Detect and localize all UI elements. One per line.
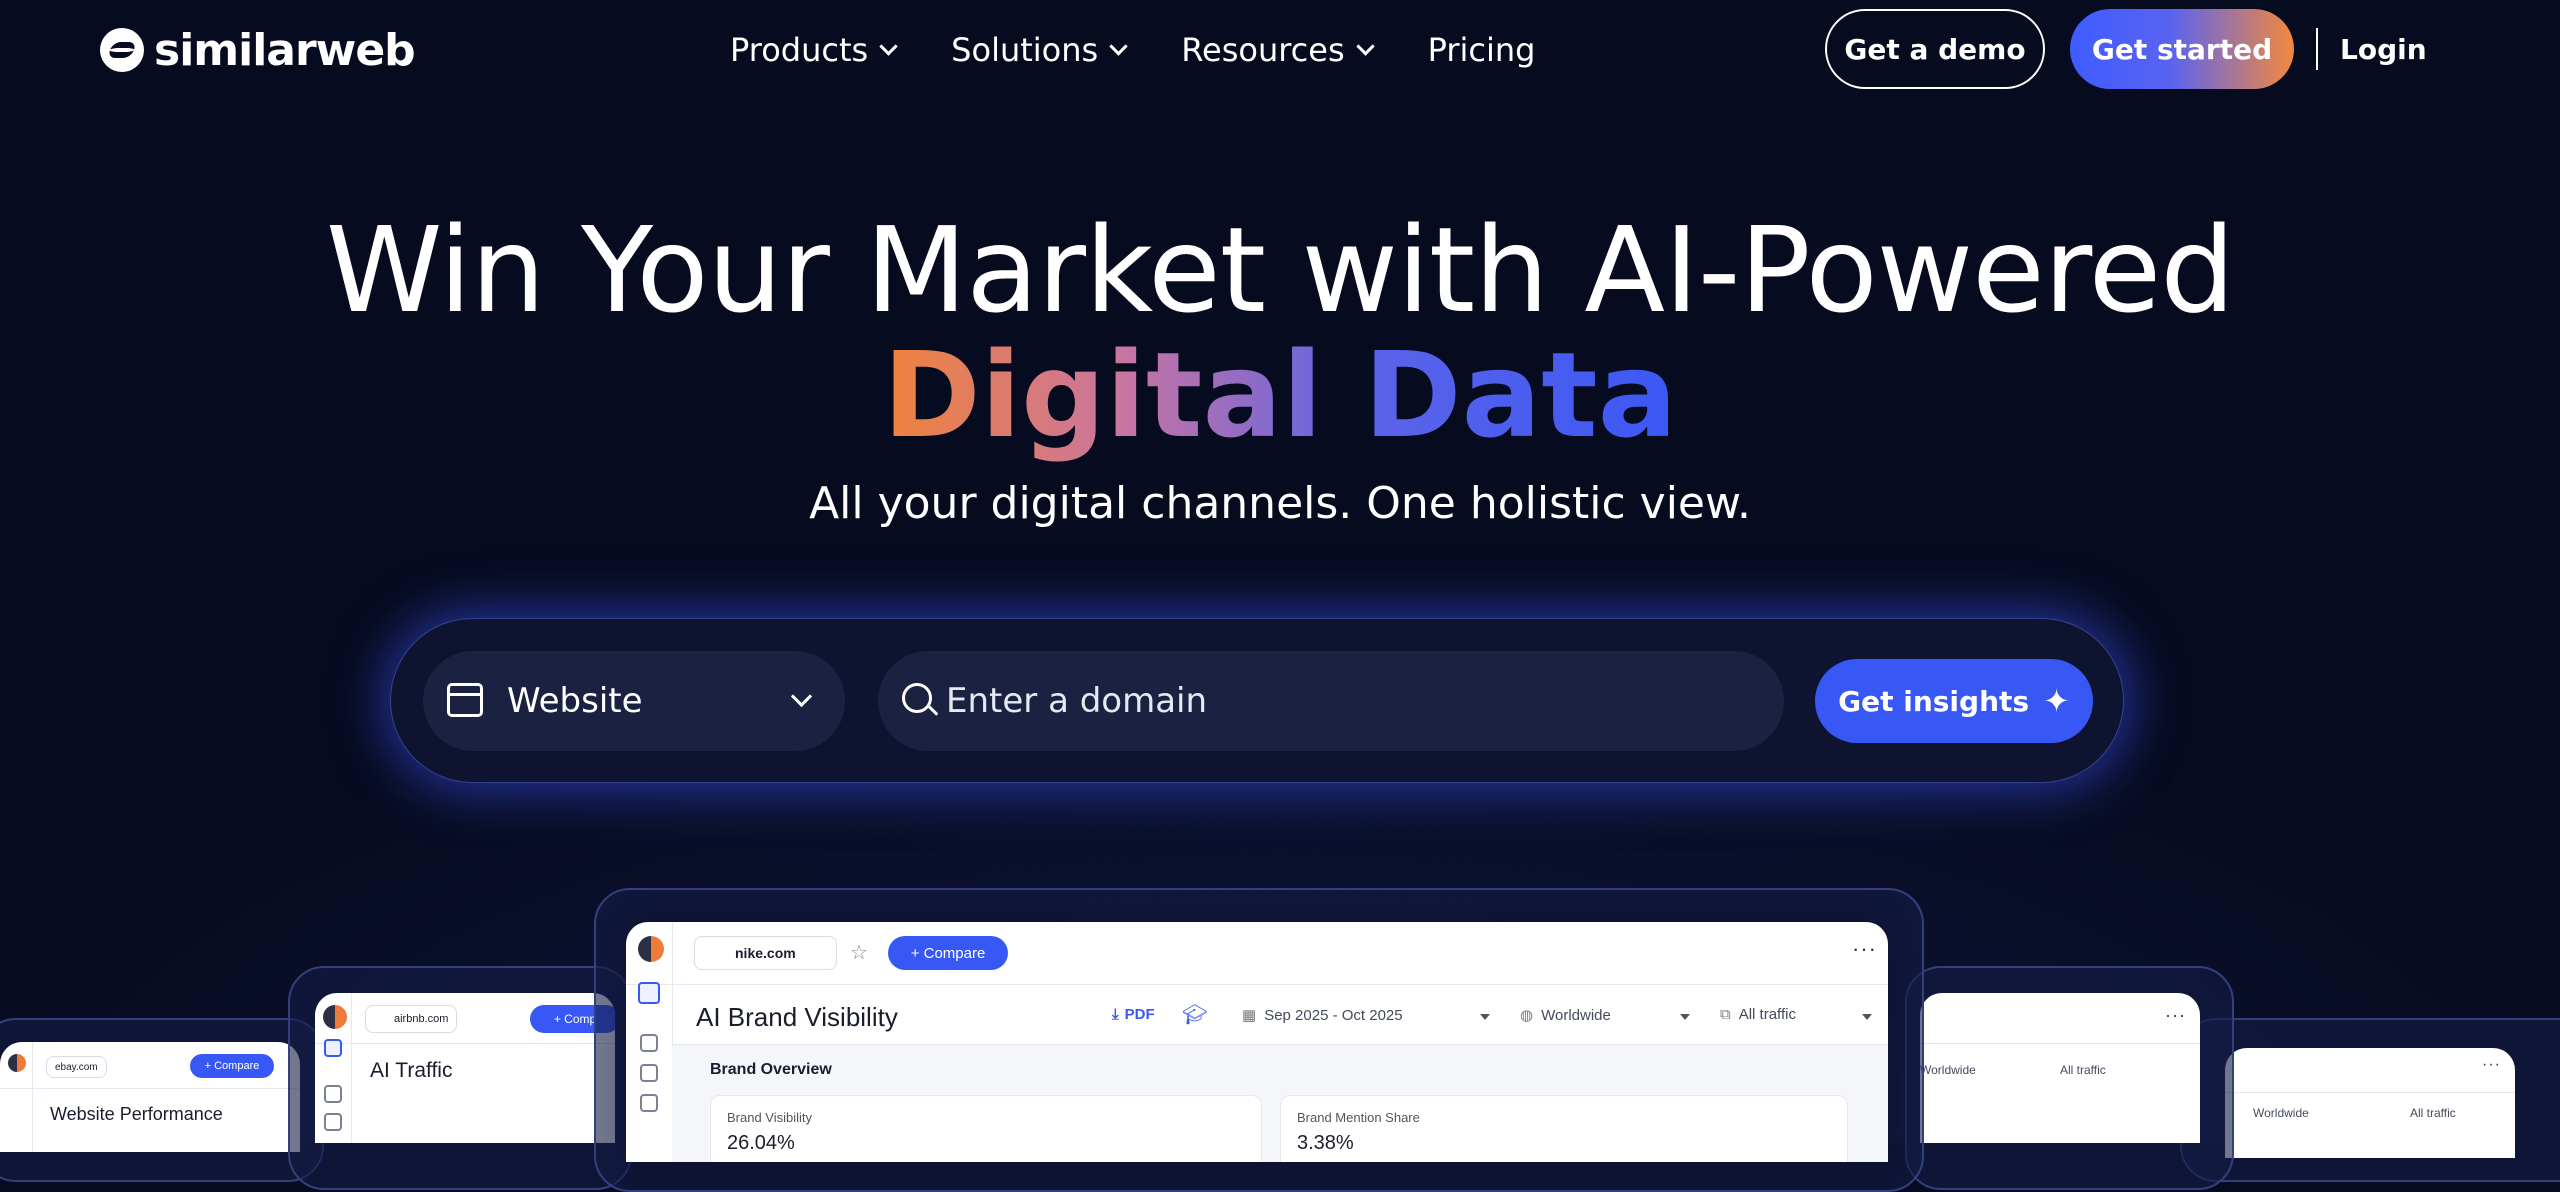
kpi-value: 3.38%: [1297, 1132, 1354, 1154]
brand-name: similarweb: [154, 24, 416, 76]
nav-item-resources[interactable]: Resources: [1181, 24, 1375, 76]
traffic-value: All traffic: [1738, 1006, 1796, 1023]
nav-item-solutions[interactable]: Solutions: [951, 24, 1128, 76]
search-type-value: Website: [507, 681, 643, 721]
get-insights-button[interactable]: Get insights ✦: [1815, 659, 2093, 743]
get-demo-button[interactable]: Get a demo: [1825, 9, 2045, 89]
compare-button[interactable]: + Compare: [190, 1054, 274, 1078]
nav-item-products[interactable]: Products: [730, 24, 898, 76]
chevron-down-icon: [1480, 1014, 1490, 1020]
chevron-down-icon: [1862, 1014, 1872, 1020]
pdf-label: PDF: [1124, 1006, 1155, 1023]
browser-window-icon: [447, 683, 483, 717]
nav-item-label: Solutions: [951, 31, 1099, 69]
preview-card-nike: nike.com ☆ + Compare ··· AI Brand Visibi…: [626, 922, 1888, 1162]
download-icon: ⤓: [1112, 1006, 1119, 1023]
traffic-filter[interactable]: All traffic: [2410, 1106, 2456, 1120]
similarweb-logo-icon: [638, 936, 664, 962]
chevron-down-icon: [1109, 36, 1128, 56]
domain-pill[interactable]: nike.com: [694, 936, 837, 970]
traffic-filter[interactable]: ⧉ All traffic: [1720, 1006, 1796, 1023]
login-link[interactable]: Login: [2340, 28, 2427, 70]
similarweb-logo-icon: [100, 28, 144, 72]
hero-subtitle: All your digital channels. One holistic …: [809, 478, 1751, 529]
kpi-label: Brand Visibility: [727, 1110, 813, 1125]
nav-item-label: Resources: [1181, 31, 1345, 69]
date-range-filter[interactable]: ▦ Sep 2025 - Oct 2025: [1242, 1006, 1403, 1025]
kpi-brand-visibility: Brand Visibility 26.04%: [710, 1095, 1262, 1162]
region-filter[interactable]: Worldwide: [1920, 1063, 1976, 1077]
search-bar: Website Get insights ✦: [390, 618, 2124, 783]
date-range-value: Sep 2025 - Oct 2025: [1264, 1006, 1403, 1024]
card-topbar: [2225, 1048, 2515, 1093]
more-icon[interactable]: ···: [2165, 1005, 2186, 1026]
domain-pill[interactable]: airbnb.com: [365, 1005, 458, 1033]
preview-card-right-far: Worldwide All traffic ···: [2225, 1048, 2515, 1158]
nav-item-pricing[interactable]: Pricing: [1428, 24, 1536, 76]
kpi-label: Brand Mention Share: [1297, 1110, 1420, 1125]
academy-icon[interactable]: 🎓︎: [1182, 1002, 1207, 1027]
hero-gradient-text: Digital Data: [882, 326, 1678, 464]
chevron-down-icon: [879, 36, 898, 56]
hero-headline-highlight: Digital Data: [0, 330, 2560, 460]
home-icon[interactable]: [324, 1085, 342, 1103]
compare-button[interactable]: + Compare: [888, 936, 1008, 970]
domain-input[interactable]: [946, 651, 1746, 751]
preview-card-ebay: ebay.com + Compare Website Performance: [0, 1042, 300, 1152]
kpi-value: 26.04%: [727, 1132, 795, 1154]
chart-icon[interactable]: [640, 1094, 658, 1112]
nav-item-label: Products: [730, 31, 869, 69]
more-icon[interactable]: ···: [2482, 1056, 2501, 1074]
card-title: AI Brand Visibility: [696, 1002, 898, 1032]
region-value: Worldwide: [1541, 1006, 1611, 1024]
section-title: Brand Overview: [710, 1061, 832, 1078]
brand-logo[interactable]: similarweb: [100, 22, 416, 78]
chevron-down-icon: [790, 685, 813, 708]
home-icon[interactable]: [640, 1034, 658, 1052]
preview-card-right: Worldwide All traffic ···: [1920, 993, 2200, 1143]
domain-input-wrapper: [878, 651, 1784, 751]
grid-icon[interactable]: [324, 1113, 342, 1131]
kpi-brand-mention-share: Brand Mention Share 3.38%: [1280, 1095, 1848, 1162]
region-filter[interactable]: ◍ Worldwide: [1520, 1006, 1611, 1025]
similarweb-logo-icon: [323, 1005, 347, 1029]
get-insights-label: Get insights: [1838, 684, 2030, 718]
devices-icon: ⧉: [1720, 1006, 1731, 1023]
brand-overview-panel: Brand Overview Brand Visibility 26.04% B…: [672, 1044, 1888, 1162]
globe-icon: ◍: [1520, 1007, 1534, 1024]
star-icon[interactable]: ☆: [850, 940, 868, 965]
hero-headline: Win Your Market with AI-Powered: [325, 201, 2235, 339]
search-icon: [902, 683, 932, 713]
main-nav: Products Solutions Resources Pricing: [730, 24, 1535, 76]
card-title: Website Performance: [50, 1104, 223, 1124]
similarweb-logo-icon: [8, 1054, 26, 1072]
chevron-down-icon: [1355, 36, 1375, 56]
nav-divider: [2316, 28, 2318, 70]
chevron-down-icon: [1680, 1014, 1690, 1020]
get-started-button[interactable]: Get started: [2070, 9, 2294, 89]
pdf-export-button[interactable]: ⤓ PDF: [1112, 1006, 1155, 1023]
traffic-filter[interactable]: All traffic: [2060, 1063, 2106, 1077]
search-type-select[interactable]: Website: [423, 651, 845, 751]
more-icon[interactable]: ···: [1852, 936, 1877, 962]
sparkle-icon: ✦: [2043, 682, 2070, 720]
preview-card-airbnb: airbnb.com + Comp AI Traffic: [315, 993, 615, 1143]
ai-sidebar-icon[interactable]: [324, 1039, 342, 1057]
ai-sidebar-icon[interactable]: [638, 982, 660, 1004]
calendar-icon: ▦: [1242, 1007, 1257, 1024]
grid-icon[interactable]: [640, 1064, 658, 1082]
domain-pill[interactable]: ebay.com: [46, 1056, 107, 1078]
nav-item-label: Pricing: [1427, 31, 1536, 69]
region-filter[interactable]: Worldwide: [2253, 1106, 2309, 1120]
card-title: AI Traffic: [370, 1059, 453, 1082]
card-topbar: [1920, 993, 2200, 1044]
